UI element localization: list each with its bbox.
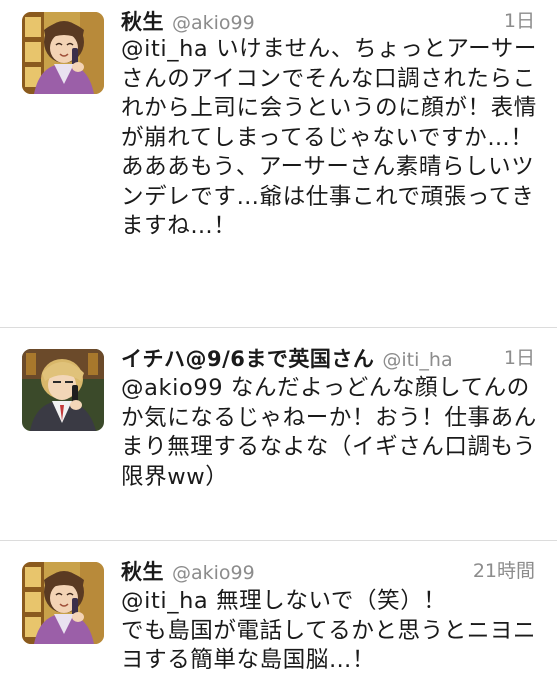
avatar-akio-image bbox=[22, 562, 104, 644]
tweet-1[interactable]: 秋生 @akio99 1日 @iti_ha いけません、ちょっとアーサーさんのアイ… bbox=[0, 0, 557, 325]
user-handle[interactable]: @akio99 bbox=[172, 12, 255, 34]
avatar-itiha-image bbox=[22, 349, 104, 431]
mention-link[interactable]: @iti_ha bbox=[121, 588, 208, 614]
timestamp[interactable]: 1日 bbox=[504, 343, 535, 370]
timestamp[interactable]: 21時間 bbox=[473, 556, 535, 583]
tweet-text-content: いけません、ちょっとアーサーさんのアイコンでそんな口調されたらこれから上司に会う… bbox=[121, 36, 538, 239]
avatar[interactable] bbox=[22, 562, 104, 644]
avatar-akio-image bbox=[22, 12, 104, 94]
tweet-text: @akio99 なんだよっどんな顔してんのか気になるじゃねーか！おう！仕事あんま… bbox=[121, 374, 547, 492]
display-name[interactable]: 秋生 bbox=[121, 10, 164, 34]
tweet-header: 秋生 @akio99 21時間 bbox=[121, 556, 535, 586]
tweet-text: @iti_ha いけません、ちょっとアーサーさんのアイコンでそんな口調されたらこ… bbox=[121, 35, 547, 242]
mention-link[interactable]: @akio99 bbox=[121, 375, 223, 401]
tweet-header: イチハ@9/6まで英国さん @iti_ha 1日 bbox=[121, 343, 535, 373]
user-handle[interactable]: @iti_ha bbox=[382, 349, 452, 371]
tweet-2[interactable]: イチハ@9/6まで英国さん @iti_ha 1日 @akio99 なんだよっどんな… bbox=[0, 328, 557, 540]
mention-link[interactable]: @iti_ha bbox=[121, 36, 208, 62]
user-handle[interactable]: @akio99 bbox=[172, 562, 255, 584]
tweet-text: @iti_ha 無理しないで（笑）！ でも島国が電話してるかと思うとニヨニヨする… bbox=[121, 587, 547, 676]
tweet-3[interactable]: 秋生 @akio99 21時間 @iti_ha 無理しないで（笑）！ でも島国が電… bbox=[0, 541, 557, 680]
avatar[interactable] bbox=[22, 12, 104, 94]
avatar[interactable] bbox=[22, 349, 104, 431]
display-name[interactable]: 秋生 bbox=[121, 560, 164, 584]
display-name[interactable]: イチハ@9/6まで英国さん bbox=[121, 347, 374, 371]
timestamp[interactable]: 1日 bbox=[504, 6, 535, 33]
tweet-header: 秋生 @akio99 1日 bbox=[121, 6, 535, 36]
